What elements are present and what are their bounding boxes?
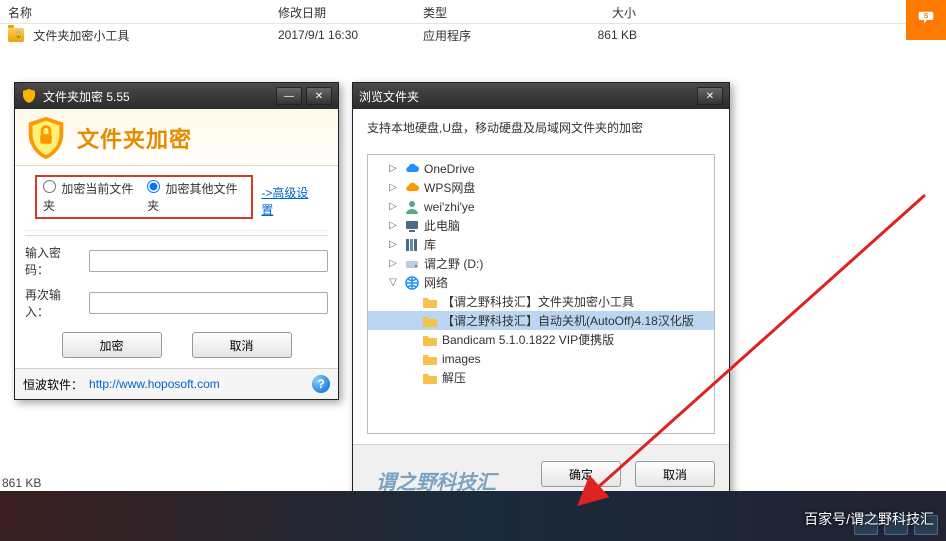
tree-item[interactable]: ▷ wei'zhi'ye — [368, 197, 714, 216]
tree-item[interactable]: ▽ 网络 — [368, 273, 714, 292]
expand-toggle[interactable]: ▷ — [386, 163, 400, 174]
advanced-settings-link[interactable]: ->高级设置 — [261, 184, 318, 218]
tree-item[interactable]: ▷库 — [368, 235, 714, 254]
password-confirm-label: 再次输入： — [25, 286, 83, 320]
folder-icon — [422, 351, 438, 367]
browse-description: 支持本地硬盘,U盘，移动硬盘及局域网文件夹的加密 — [367, 119, 715, 136]
radio-current-folder[interactable]: 加密当前文件夹 — [43, 180, 141, 214]
side-app-icon[interactable]: S — [906, 0, 946, 40]
ok-button[interactable]: 确定 — [541, 461, 621, 487]
tree-item[interactable]: Bandicam 5.1.0.1822 VIP便携版 — [368, 330, 714, 349]
tree-item-label: OneDrive — [424, 162, 481, 176]
folder-icon — [422, 313, 438, 329]
titlebar[interactable]: 文件夹加密 5.55 — ✕ — [15, 83, 338, 109]
banner: 文件夹加密 — [15, 109, 338, 166]
cloud-blue-icon — [404, 161, 420, 177]
minimize-button[interactable]: — — [276, 87, 302, 105]
explorer-header: 名称 修改日期 类型 大小 — [0, 0, 946, 24]
tree-item[interactable]: 解压 — [368, 368, 714, 387]
tree-item-label: 【谓之野科技汇】自动关机(AutoOff)4.18汉化版 — [442, 312, 700, 329]
tree-item[interactable]: ▷ WPS网盘 — [368, 178, 714, 197]
footer-link[interactable]: http://www.hoposoft.com — [89, 377, 220, 391]
encryption-dialog: 文件夹加密 5.55 — ✕ 文件夹加密 加密当前文件夹 加密其他文件夹 ->高… — [14, 82, 339, 400]
folder-icon: 🔒 — [8, 28, 24, 42]
explorer-row[interactable]: 🔒 文件夹加密小工具 2017/9/1 16:30 应用程序 861 KB — [0, 24, 946, 46]
tree-item-label: WPS网盘 — [424, 179, 481, 196]
tree-item[interactable]: images — [368, 349, 714, 368]
status-bar: 861 KB — [2, 476, 41, 490]
tree-item-label: wei'zhi'ye — [424, 200, 481, 214]
banner-title: 文件夹加密 — [77, 122, 192, 154]
radio-other-folder[interactable]: 加密其他文件夹 — [147, 180, 245, 214]
lib-icon — [404, 237, 420, 253]
tree-item-label: Bandicam 5.1.0.1822 VIP便携版 — [442, 331, 620, 348]
expand-toggle[interactable]: ▷ — [386, 239, 400, 250]
tree-item-label: 解压 — [442, 369, 472, 386]
lock-overlay-icon: 🔒 — [14, 31, 23, 39]
expand-toggle[interactable]: ▷ — [386, 220, 400, 231]
shield-icon — [23, 115, 69, 161]
tree-item-label: images — [442, 352, 487, 366]
tree-item[interactable]: ▷ 此电脑 — [368, 216, 714, 235]
drive-icon — [404, 256, 420, 272]
expand-toggle[interactable]: ▽ — [386, 277, 400, 288]
tree-item-label: 库 — [424, 236, 442, 253]
dialog-footer: 恒波软件： http://www.hoposoft.com ? — [15, 368, 338, 399]
footer-label: 恒波软件： — [23, 376, 83, 393]
app-icon — [21, 88, 37, 104]
close-button[interactable]: ✕ — [306, 87, 332, 105]
close-button[interactable]: ✕ — [697, 87, 723, 105]
browse-folder-dialog: 浏览文件夹 ✕ 支持本地硬盘,U盘，移动硬盘及局域网文件夹的加密 ▷ OneDri… — [352, 82, 730, 502]
tree-item-label: 此电脑 — [424, 217, 466, 234]
tree-item-label: 谓之野 (D:) — [424, 255, 489, 272]
dialog-body: 加密当前文件夹 加密其他文件夹 ->高级设置 输入密码： 再次输入： 加密 取消 — [15, 166, 338, 368]
password-input[interactable] — [89, 250, 328, 272]
tree-item-label: 【谓之野科技汇】文件夹加密小工具 — [442, 293, 640, 310]
tree-item[interactable]: ▷ OneDrive — [368, 159, 714, 178]
header-size[interactable]: 大小 — [525, 0, 645, 23]
cloud-orange-icon — [404, 180, 420, 196]
password-label: 输入密码： — [25, 244, 83, 278]
expand-toggle[interactable]: ▷ — [386, 258, 400, 269]
attribution-text: 百家号/谓之野科技汇 — [804, 509, 934, 529]
folder-icon — [422, 332, 438, 348]
row-date: 2017/9/1 16:30 — [270, 26, 415, 44]
window-title: 文件夹加密 5.55 — [43, 88, 272, 105]
cancel-button[interactable]: 取消 — [192, 332, 292, 358]
row-type: 应用程序 — [415, 25, 525, 46]
row-name: 文件夹加密小工具 — [33, 29, 129, 43]
folder-tree[interactable]: ▷OneDrive▷WPS网盘▷wei'zhi'ye▷此电脑▷库▷谓之野 (D:… — [367, 154, 715, 434]
cancel-button[interactable]: 取消 — [635, 461, 715, 487]
password-confirm-input[interactable] — [89, 292, 328, 314]
header-type[interactable]: 类型 — [415, 0, 525, 23]
tree-item[interactable]: 【谓之野科技汇】文件夹加密小工具 — [368, 292, 714, 311]
window-title: 浏览文件夹 — [359, 88, 693, 105]
expand-toggle[interactable]: ▷ — [386, 201, 400, 212]
expand-toggle[interactable]: ▷ — [386, 182, 400, 193]
pc-icon — [404, 218, 420, 234]
net-icon — [404, 275, 420, 291]
radio-group-highlight: 加密当前文件夹 加密其他文件夹 — [35, 175, 253, 219]
person-icon — [404, 199, 420, 215]
header-date[interactable]: 修改日期 — [270, 0, 415, 23]
header-name[interactable]: 名称 — [0, 0, 270, 23]
folder-icon — [422, 370, 438, 386]
tree-item[interactable]: 【谓之野科技汇】自动关机(AutoOff)4.18汉化版 — [368, 311, 714, 330]
encrypt-button[interactable]: 加密 — [62, 332, 162, 358]
help-icon[interactable]: ? — [312, 375, 330, 393]
titlebar[interactable]: 浏览文件夹 ✕ — [353, 83, 729, 109]
tree-item[interactable]: ▷ 谓之野 (D:) — [368, 254, 714, 273]
folder-icon — [422, 294, 438, 310]
row-size: 861 KB — [525, 26, 645, 44]
svg-text:S: S — [924, 11, 929, 20]
tree-item-label: 网络 — [424, 274, 454, 291]
